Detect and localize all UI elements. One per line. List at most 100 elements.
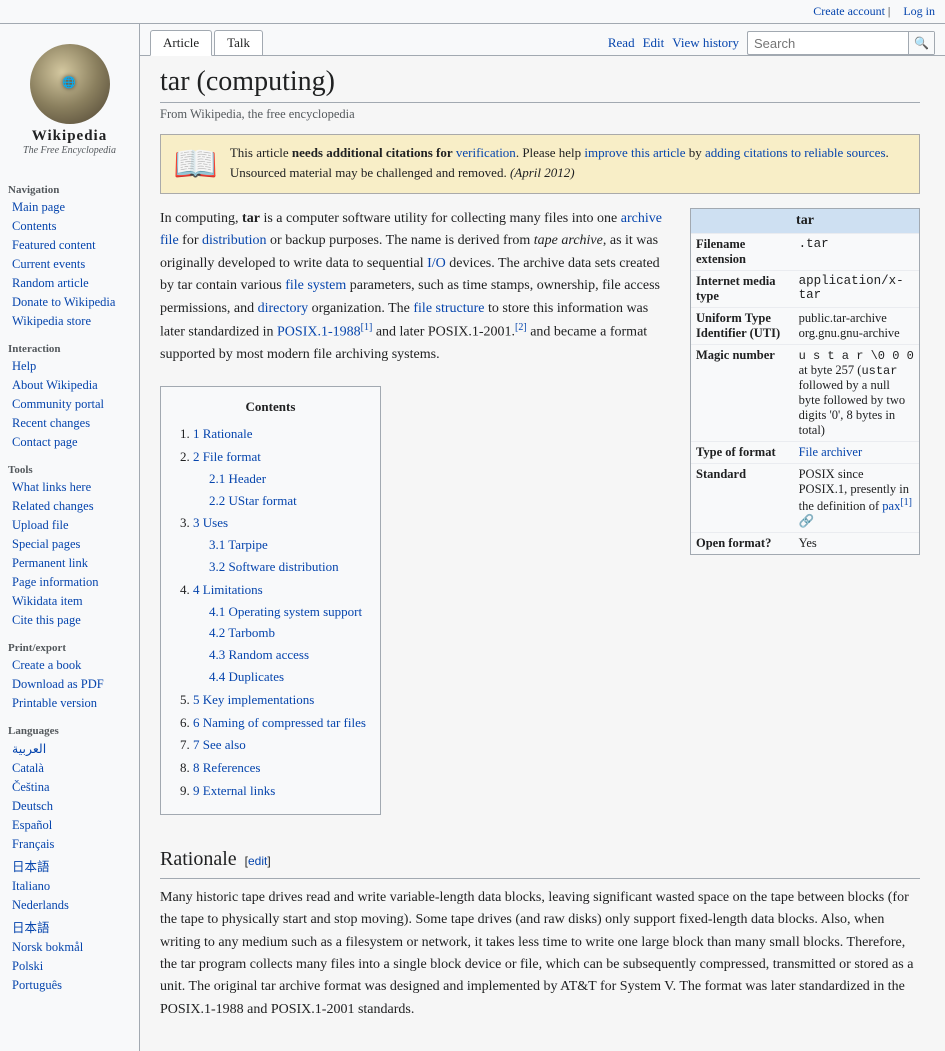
nav-interaction-title: Interaction <box>0 339 139 357</box>
sidebar-item-lang-ja-kanji[interactable]: 日本語 <box>0 854 139 877</box>
sidebar-item-special[interactable]: Special pages <box>0 535 139 554</box>
toc-item-4-2: 4.2 Tarbomb <box>209 623 366 644</box>
toc-link-3-2[interactable]: 3.2 Software distribution <box>209 559 339 574</box>
rationale-edit-link[interactable]: edit <box>248 854 267 868</box>
adding-citations-link[interactable]: adding citations to reliable sources <box>705 145 886 160</box>
search-button[interactable]: 🔍 <box>908 32 934 54</box>
sidebar-item-about[interactable]: About Wikipedia <box>0 376 139 395</box>
content-area: Article Talk Read Edit View history 🔍 ta… <box>140 24 945 1051</box>
sidebar-item-lang-fr[interactable]: Français <box>0 835 139 854</box>
search-box: 🔍 <box>747 31 935 55</box>
toc-link-7[interactable]: 7 See also <box>193 737 246 752</box>
nav-print-title: Print/export <box>0 638 139 656</box>
sidebar-item-featured[interactable]: Featured content <box>0 236 139 255</box>
toc-item-4-1: 4.1 Operating system support <box>209 602 366 623</box>
read-link[interactable]: Read <box>608 35 635 51</box>
sidebar-item-lang-pt[interactable]: Português <box>0 976 139 995</box>
sidebar-item-lang-ca[interactable]: Català <box>0 759 139 778</box>
toc-link-3-1[interactable]: 3.1 Tarpipe <box>209 537 268 552</box>
toc-link-4-3[interactable]: 4.3 Random access <box>209 647 309 662</box>
distribution-link[interactable]: distribution <box>202 233 267 248</box>
sidebar-item-lang-jp[interactable]: 日本語 <box>0 915 139 938</box>
infobox-row-open: Open format? Yes <box>691 533 919 555</box>
io-link[interactable]: I/O <box>427 256 446 271</box>
toc-link-1[interactable]: 1 Rationale <box>193 426 253 441</box>
infobox-row-standard: Standard POSIX since POSIX.1, presently … <box>691 464 919 533</box>
verification-link[interactable]: verification <box>456 145 516 160</box>
file-structure-link[interactable]: file structure <box>413 301 484 316</box>
pax-link[interactable]: pax <box>882 499 900 513</box>
infobox-value-media-type: application/x-tar <box>794 271 919 308</box>
view-history-link[interactable]: View history <box>672 35 739 51</box>
sidebar-item-community[interactable]: Community portal <box>0 395 139 414</box>
posix-link[interactable]: POSIX.1-1988 <box>277 325 361 340</box>
sidebar-item-random[interactable]: Random article <box>0 274 139 293</box>
sidebar-item-cite[interactable]: Cite this page <box>0 611 139 630</box>
sidebar-item-lang-it[interactable]: Italiano <box>0 877 139 896</box>
edit-link[interactable]: Edit <box>643 35 665 51</box>
create-account-link[interactable]: Create account <box>813 4 885 18</box>
toc-link-9[interactable]: 9 External links <box>193 783 275 798</box>
file-archiver-link[interactable]: File archiver <box>799 445 863 459</box>
rationale-heading: Rationale [edit] <box>160 843 920 879</box>
toc-item-7: 7 See also <box>193 735 366 756</box>
wiki-tagline: The Free Encyclopedia <box>5 145 134 156</box>
log-in-link[interactable]: Log in <box>903 4 935 18</box>
infobox-value-type: File archiver <box>794 442 919 464</box>
sidebar-item-lang-cs[interactable]: Čeština <box>0 778 139 797</box>
sidebar-item-create-book[interactable]: Create a book <box>0 656 139 675</box>
infobox-row-media-type: Internet media type application/x-tar <box>691 271 919 308</box>
tab-talk[interactable]: Talk <box>214 30 263 55</box>
sidebar-item-wikidata[interactable]: Wikidata item <box>0 592 139 611</box>
toc-link-3[interactable]: 3 Uses <box>193 515 228 530</box>
nav-print: Print/export Create a book Download as P… <box>0 638 139 713</box>
sidebar-item-printable[interactable]: Printable version <box>0 694 139 713</box>
sidebar-item-lang-es[interactable]: Español <box>0 816 139 835</box>
sidebar-item-help[interactable]: Help <box>0 357 139 376</box>
sidebar-item-permanent[interactable]: Permanent link <box>0 554 139 573</box>
sidebar-item-page-info[interactable]: Page information <box>0 573 139 592</box>
toc-link-2[interactable]: 2 File format <box>193 449 261 464</box>
search-input[interactable] <box>748 32 908 54</box>
sidebar-item-main-page[interactable]: Main page <box>0 198 139 217</box>
toc-item-3: 3 Uses 3.1 Tarpipe 3.2 Software distribu… <box>193 513 366 577</box>
infobox-value-filename: .tar <box>794 234 919 271</box>
sidebar-item-donate[interactable]: Donate to Wikipedia <box>0 293 139 312</box>
sidebar-item-what-links[interactable]: What links here <box>0 478 139 497</box>
sidebar-item-lang-nl[interactable]: Nederlands <box>0 896 139 915</box>
directory-link[interactable]: directory <box>258 301 309 316</box>
improve-article-link[interactable]: improve this article <box>584 145 685 160</box>
file-system-link[interactable]: file system <box>285 278 346 293</box>
toc-link-4-1[interactable]: 4.1 Operating system support <box>209 604 362 619</box>
toc-link-4-4[interactable]: 4.4 Duplicates <box>209 669 284 684</box>
toc-link-4[interactable]: 4 Limitations <box>193 582 263 597</box>
toc-link-5[interactable]: 5 Key implementations <box>193 692 314 707</box>
sidebar-item-download-pdf[interactable]: Download as PDF <box>0 675 139 694</box>
infobox-label-open: Open format? <box>691 533 794 555</box>
top-bar: Create account | Log in <box>0 0 945 24</box>
infobox-value-uti: public.tar-archive org.gnu.gnu-archive <box>794 308 919 345</box>
tab-article[interactable]: Article <box>150 30 212 56</box>
sidebar-item-lang-nb[interactable]: Norsk bokmål <box>0 938 139 957</box>
sidebar-item-lang-ar[interactable]: العربية <box>0 739 139 759</box>
toc-link-2-1[interactable]: 2.1 Header <box>209 471 266 486</box>
sidebar-item-recent[interactable]: Recent changes <box>0 414 139 433</box>
infobox-label-media-type: Internet media type <box>691 271 794 308</box>
toc-item-4-4: 4.4 Duplicates <box>209 667 366 688</box>
toc-link-8[interactable]: 8 References <box>193 760 261 775</box>
toc-link-2-2[interactable]: 2.2 UStar format <box>209 493 297 508</box>
page-content: tar (computing) From Wikipedia, the free… <box>140 56 940 1051</box>
nav-languages-title: Languages <box>0 721 139 739</box>
sidebar-item-store[interactable]: Wikipedia store <box>0 312 139 331</box>
sidebar-item-upload[interactable]: Upload file <box>0 516 139 535</box>
toc-link-4-2[interactable]: 4.2 Tarbomb <box>209 625 275 640</box>
toc-item-3-1: 3.1 Tarpipe <box>209 535 366 556</box>
sidebar-item-lang-pl[interactable]: Polski <box>0 957 139 976</box>
toc-link-6[interactable]: 6 Naming of compressed tar files <box>193 715 366 730</box>
sidebar-item-related-changes[interactable]: Related changes <box>0 497 139 516</box>
sidebar-item-current-events[interactable]: Current events <box>0 255 139 274</box>
sidebar-item-lang-de[interactable]: Deutsch <box>0 797 139 816</box>
sidebar-item-contents[interactable]: Contents <box>0 217 139 236</box>
toc-item-9: 9 External links <box>193 781 366 802</box>
sidebar-item-contact[interactable]: Contact page <box>0 433 139 452</box>
